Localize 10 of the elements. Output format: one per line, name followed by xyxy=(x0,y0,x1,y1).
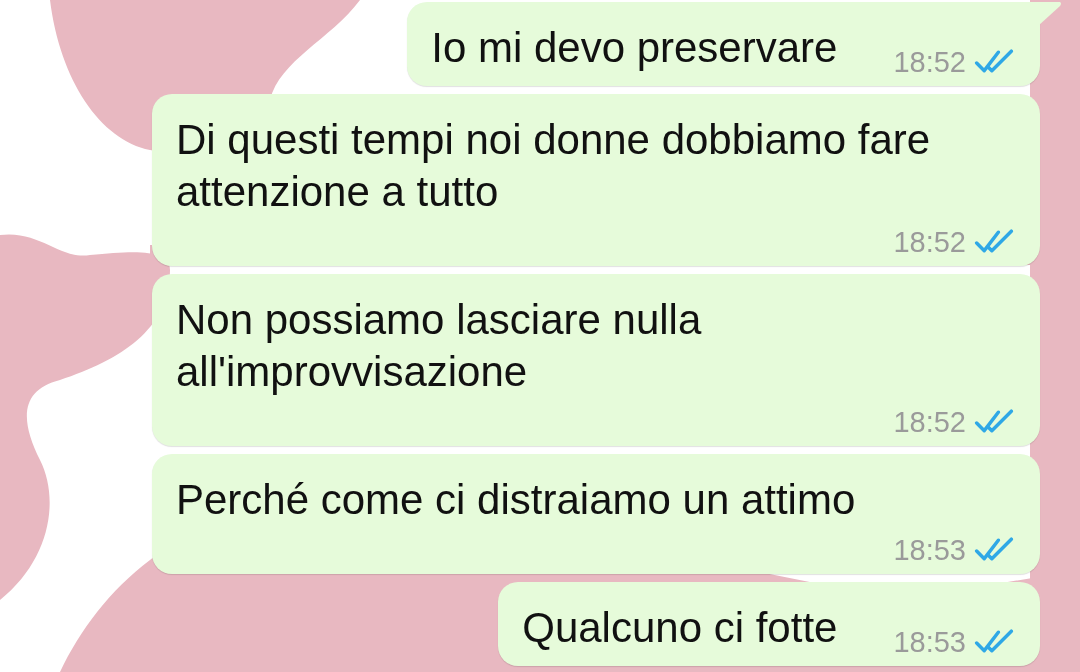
message-text: Perché come ci distraiamo un attimo xyxy=(176,475,856,525)
message-time: 18:53 xyxy=(893,533,966,568)
message-time: 18:53 xyxy=(893,625,966,660)
message-text: Di questi tempi noi donne dobbiamo fare attenzione a tutto xyxy=(176,115,932,217)
message-time: 18:52 xyxy=(893,45,966,80)
message-text: Io mi devo preservare xyxy=(431,23,838,73)
message-time: 18:52 xyxy=(893,225,966,260)
message-text: Non possiamo lasciare nulla all'improvvisazione xyxy=(176,295,703,397)
message-time: 18:52 xyxy=(893,405,966,440)
message-text: Qualcuno ci fotte xyxy=(522,603,838,653)
